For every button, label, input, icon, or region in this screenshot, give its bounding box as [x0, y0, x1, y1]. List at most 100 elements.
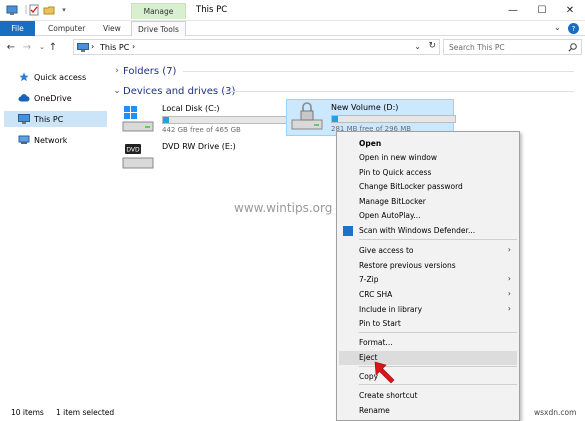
sidebar-item-quick-access[interactable]: Quick access — [4, 69, 107, 85]
tab-computer[interactable]: Computer — [48, 21, 85, 36]
new-folder-icon[interactable] — [43, 4, 55, 16]
up-icon[interactable]: ↑ — [47, 40, 59, 54]
menu-item-format[interactable]: Format... — [339, 336, 517, 350]
tab-drive-tools[interactable]: Drive Tools — [131, 21, 186, 36]
menu-item-label: Rename — [359, 406, 390, 415]
manage-tab[interactable]: Manage — [131, 3, 186, 19]
sidebar-item-label: Quick access — [34, 72, 87, 82]
folders-group-header[interactable]: › Folders (7) — [111, 63, 574, 79]
drive-usage-bar — [331, 115, 456, 123]
menu-item-label: 7-Zip — [359, 275, 379, 284]
drives-group-label: Devices and drives (3) — [123, 85, 236, 97]
locked-drive-icon — [291, 102, 323, 130]
cloud-icon — [18, 94, 30, 102]
menu-item-create-shortcut[interactable]: Create shortcut — [339, 389, 517, 403]
menu-item-crc-sha[interactable]: CRC SHA › — [339, 288, 517, 302]
sidebar-item-onedrive[interactable]: OneDrive — [4, 90, 107, 106]
help-icon[interactable]: ? — [568, 23, 579, 34]
menu-separator — [359, 239, 517, 240]
corner-watermark: wsxdn.com — [534, 408, 577, 417]
group-divider — [223, 91, 574, 92]
drive-name: Local Disk (C:) — [162, 104, 220, 113]
menu-item-label: Pin to Start — [359, 319, 401, 328]
refresh-icon[interactable]: ↻ — [428, 41, 436, 51]
group-divider — [183, 71, 574, 72]
tab-view[interactable]: View — [103, 21, 121, 36]
menu-item-eject[interactable]: Eject — [339, 351, 517, 365]
windows-defender-icon — [343, 226, 353, 236]
menu-item-label: Manage BitLocker — [359, 197, 426, 206]
watermark-text: www.wintips.org — [234, 201, 333, 215]
menu-item-open[interactable]: Open — [339, 137, 517, 151]
menu-item-restore-previous-versions[interactable]: Restore previous versions — [339, 259, 517, 273]
menu-item-include-in-library[interactable]: Include in library › — [339, 303, 517, 317]
drive-name: DVD RW Drive (E:) — [162, 142, 236, 151]
close-button[interactable]: ✕ — [555, 0, 585, 20]
search-box[interactable]: Search This PC — [443, 39, 582, 55]
menu-item-label: CRC SHA — [359, 290, 393, 299]
customize-quick-access-icon[interactable]: ▾ — [58, 4, 70, 16]
expand-ribbon-icon[interactable]: ⌄ — [554, 23, 561, 32]
tab-file[interactable]: File — [0, 21, 35, 36]
menu-item-label: Restore previous versions — [359, 261, 456, 270]
drive-local-disk-c[interactable]: Local Disk (C:) 442 GB free of 465 GB — [118, 101, 288, 137]
menu-item-label: Change BitLocker password — [359, 182, 463, 191]
drive-usage-fill — [332, 116, 339, 122]
menu-item-pin-to-quick-access[interactable]: Pin to Quick access — [339, 166, 517, 180]
menu-item-open-autoplay[interactable]: Open AutoPlay... — [339, 209, 517, 223]
windows-drive-icon — [122, 106, 154, 132]
svg-text:DVD: DVD — [126, 147, 140, 154]
menu-item-copy[interactable]: Copy — [339, 370, 517, 384]
sidebar-item-network[interactable]: Network — [4, 132, 107, 148]
ribbon-tabs: File Computer View Drive Tools ⌄ ? — [0, 21, 585, 36]
sidebar-item-label: Network — [34, 135, 68, 145]
address-bar[interactable]: › This PC › ⌄ ↻ — [73, 39, 440, 55]
menu-item-label: Pin to Quick access — [359, 168, 432, 177]
submenu-arrow-icon: › — [507, 245, 511, 254]
folders-group-label: Folders (7) — [123, 65, 177, 77]
menu-item-label: Open — [359, 139, 382, 148]
status-item-count: 10 items — [11, 408, 44, 417]
forward-icon[interactable]: → — [21, 40, 33, 54]
maximize-button[interactable]: ☐ — [527, 0, 557, 20]
menu-separator — [359, 332, 517, 333]
search-placeholder: Search This PC — [449, 43, 505, 52]
window-title: This PC — [196, 5, 228, 15]
menu-item-open-in-new-window[interactable]: Open in new window — [339, 151, 517, 165]
explorer-icon[interactable] — [6, 4, 18, 16]
minimize-button[interactable]: — — [498, 0, 528, 20]
back-icon[interactable]: ← — [5, 40, 17, 54]
drive-usage-fill — [163, 117, 170, 123]
search-icon — [568, 43, 577, 52]
breadcrumb-separator-icon: › — [91, 42, 95, 51]
chevron-down-icon: ⌄ — [113, 86, 121, 96]
sidebar-item-label: OneDrive — [34, 93, 72, 103]
menu-item-label: Open in new window — [359, 153, 437, 162]
navigation-bar: ← → ⌄ ↑ › This PC › ⌄ ↻ Search This PC — [0, 36, 585, 58]
menu-item-label: Open AutoPlay... — [359, 211, 421, 220]
menu-item-label: Format... — [359, 338, 393, 347]
menu-item-change-bitlocker-password[interactable]: Change BitLocker password — [339, 180, 517, 194]
dvd-drive-icon: DVD — [122, 144, 154, 169]
menu-item-give-access-to[interactable]: Give access to › — [339, 244, 517, 258]
menu-item-7-zip[interactable]: 7-Zip › — [339, 273, 517, 287]
menu-item-pin-to-start[interactable]: Pin to Start — [339, 317, 517, 331]
breadcrumb-this-pc[interactable]: This PC — [100, 43, 129, 52]
sidebar-item-this-pc[interactable]: This PC — [4, 111, 107, 127]
context-menu: Open Open in new window Pin to Quick acces… — [336, 131, 520, 421]
submenu-arrow-icon: › — [507, 274, 511, 283]
menu-item-scan-with-windows-defender[interactable]: Scan with Windows Defender... — [339, 224, 517, 238]
menu-item-label: Give access to — [359, 246, 414, 255]
title-bar: | ▾ Manage This PC — ☐ ✕ — [0, 0, 585, 21]
drive-dvd-rw-e[interactable]: DVD DVD RW Drive (E:) — [118, 139, 288, 175]
address-dropdown-icon[interactable]: ⌄ — [414, 42, 421, 51]
pointer-arrow-icon — [374, 361, 395, 384]
computer-icon — [77, 43, 89, 52]
network-icon — [18, 135, 30, 144]
status-selection: 1 item selected — [56, 408, 115, 417]
properties-icon[interactable] — [28, 4, 40, 16]
menu-item-rename[interactable]: Rename — [339, 404, 517, 418]
drives-group-header[interactable]: ⌄ Devices and drives (3) — [111, 83, 574, 99]
menu-item-manage-bitlocker[interactable]: Manage BitLocker — [339, 195, 517, 209]
menu-item-label: Include in library — [359, 305, 423, 314]
